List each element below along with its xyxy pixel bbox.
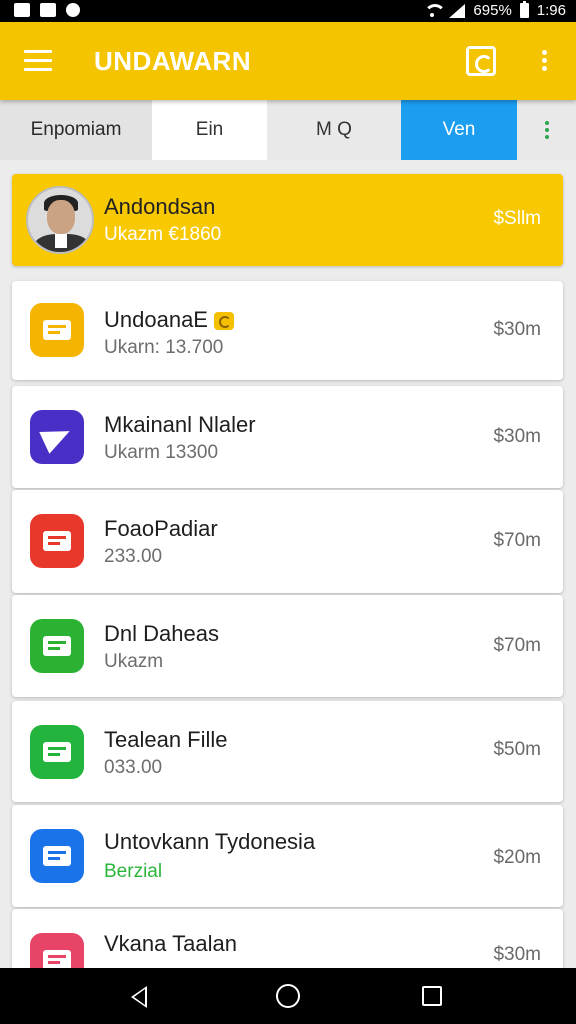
doc-list-icon (30, 829, 84, 883)
photo-notification-icon (14, 3, 30, 17)
signal-icon (449, 3, 466, 18)
navigation-bar (0, 968, 576, 1024)
clock: 1:96 (536, 2, 566, 19)
recents-icon[interactable] (422, 986, 442, 1006)
file-icon (30, 725, 84, 779)
list-item-price: $50m (493, 739, 541, 760)
tab-mq[interactable]: M Q (267, 100, 401, 160)
list-item-price: $70m (493, 530, 541, 551)
status-bar: 695% 1:96 (0, 0, 576, 22)
tab-enpomiam[interactable]: Enpomiam (0, 100, 152, 160)
home-icon[interactable] (276, 984, 300, 1008)
list-item[interactable]: FoaoPadiar 233.00 $70m (12, 490, 563, 593)
camera-icon[interactable] (466, 46, 496, 76)
wifi-icon (423, 3, 447, 18)
list-item-price: $20m (493, 847, 541, 868)
featured-subtitle: Ukazm €1860 (104, 224, 222, 245)
list-item-title: Mkainanl Nlaler (104, 412, 256, 437)
list-item[interactable]: Dnl Daheas Ukazm $70m (12, 595, 563, 697)
featured-price: $Sllm (493, 208, 541, 229)
badge-icon (213, 312, 234, 331)
list-item[interactable]: Mkainanl Nlaler Ukarm 13300 $30m (12, 386, 563, 488)
sync-notification-icon (66, 3, 80, 17)
list-item-title: Tealean Fille (104, 727, 228, 752)
list-item-subtitle: 033.00 (104, 757, 163, 778)
avatar (26, 186, 94, 254)
list-item-subtitle: Ukazm (104, 651, 164, 672)
more-dots-icon (544, 118, 549, 142)
overflow-menu-icon[interactable] (540, 50, 548, 74)
list-item-subtitle: Berzial (104, 861, 163, 882)
list-item-subtitle: Ukarm 13300 (104, 442, 219, 463)
envelope-icon (30, 303, 84, 357)
menu-icon[interactable] (24, 50, 52, 72)
gmail-notification-icon (40, 3, 56, 17)
back-icon[interactable] (131, 986, 147, 1008)
list-item-title: FoaoPadiar (104, 516, 218, 541)
list-item-price: $70m (493, 635, 541, 656)
battery-text: 695% (473, 2, 512, 19)
notification-icons (14, 3, 80, 17)
list-item-title: Dnl Daheas (104, 621, 219, 646)
list-item-price: $30m (493, 426, 541, 447)
tab-ven[interactable]: Ven (401, 100, 517, 160)
tab-bar: Enpomiam Ein M Q Ven (0, 100, 576, 160)
tab-ein[interactable]: Ein (152, 100, 267, 160)
list-item-title: Untovkann Tydonesia (104, 829, 316, 854)
wallet-icon (30, 619, 84, 673)
app-bar: UNDAWARN (0, 22, 576, 100)
featured-name: Andondsan (104, 194, 216, 219)
tab-more[interactable] (517, 100, 576, 160)
featured-card[interactable]: Andondsan Ukazm €1860 $Sllm (12, 174, 563, 266)
list-item[interactable]: Untovkann Tydonesia Berzial $20m (12, 805, 563, 907)
list-item[interactable]: Tealean Fille 033.00 $50m (12, 701, 563, 802)
list-item-subtitle: 233.00 (104, 546, 163, 567)
list-item[interactable]: UndoanaE Ukarn: 13.700 $30m (12, 281, 563, 380)
list-item-price: $30m (493, 319, 541, 340)
list-item-title: Vkana Taalan (104, 931, 237, 956)
list-item-price: $30m (493, 944, 541, 965)
document-icon (30, 514, 84, 568)
list-item-title: UndoanaE (104, 307, 234, 333)
battery-icon (519, 1, 529, 18)
paper-plane-icon (30, 410, 84, 464)
app-title: UNDAWARN (94, 46, 252, 76)
list-item-subtitle: Ukarn: 13.700 (104, 337, 224, 358)
